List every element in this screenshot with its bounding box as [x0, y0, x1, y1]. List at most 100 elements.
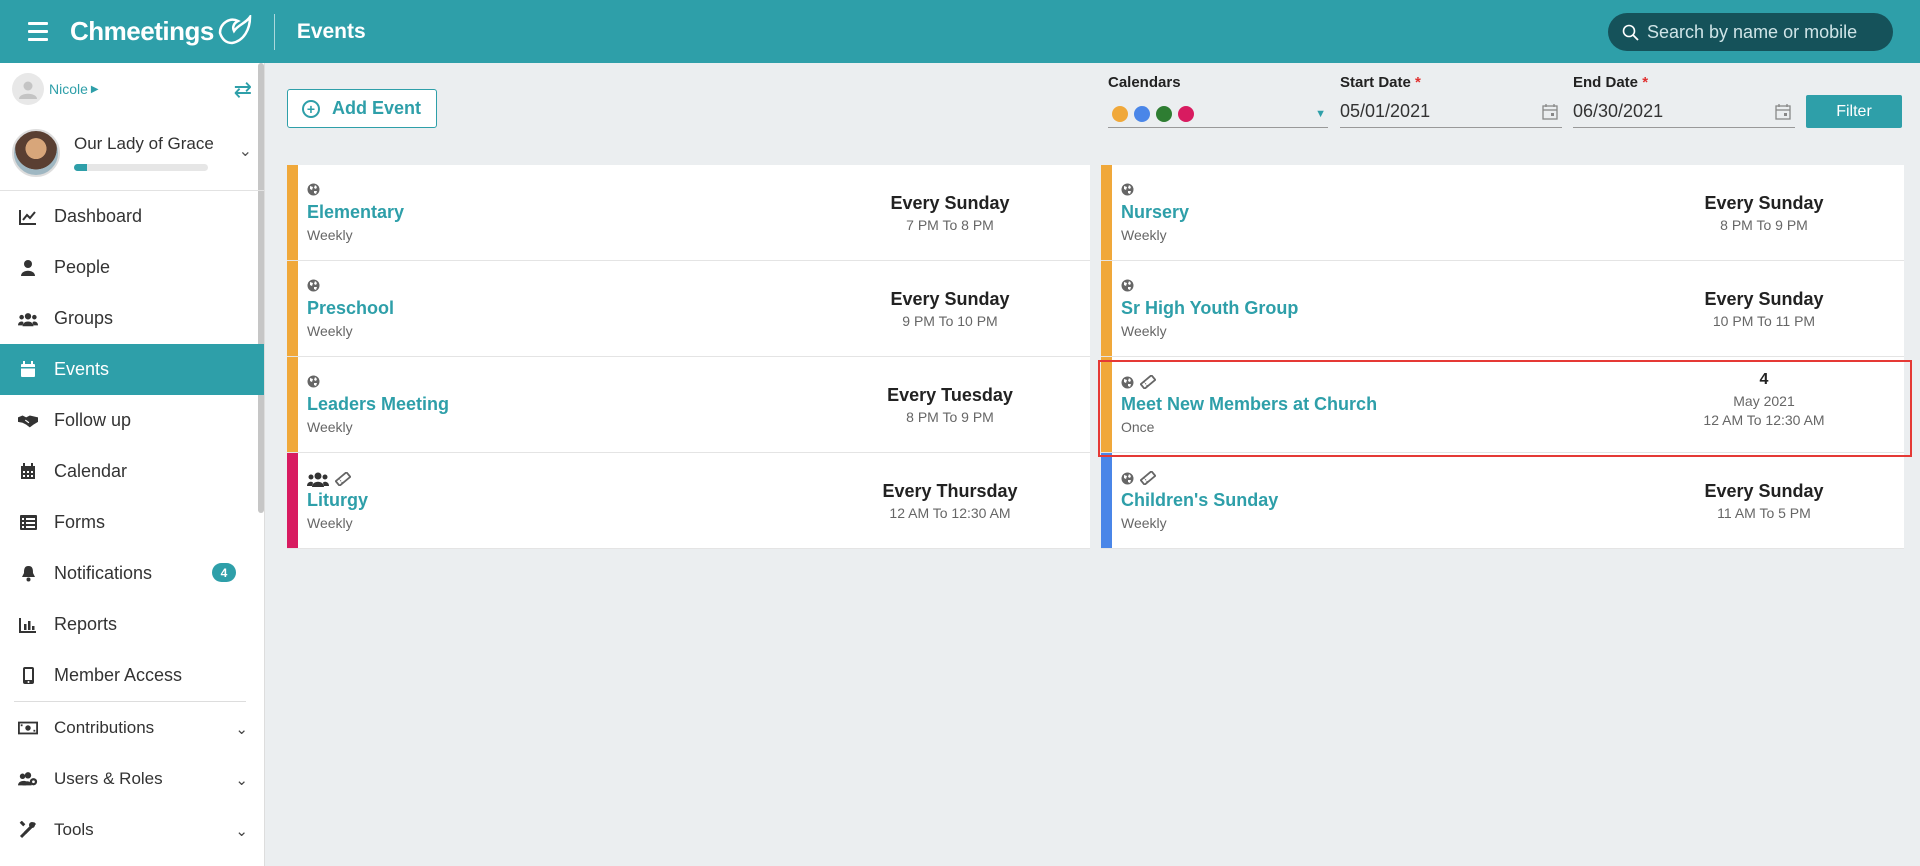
chevron-down-icon[interactable]: ⌄	[235, 771, 248, 789]
event-card[interactable]: Elementary Weekly Every Sunday 7 PM To 8 PM	[287, 165, 1090, 261]
event-time: 12 AM To 12:30 AM	[889, 505, 1011, 521]
logo-text: Chmeetings	[70, 16, 214, 46]
event-title-link[interactable]: Leaders Meeting	[307, 394, 449, 415]
event-title-link[interactable]: Preschool	[307, 298, 394, 319]
event-day: 4	[1759, 371, 1769, 388]
start-date-input[interactable]	[1340, 101, 1530, 122]
add-event-label: Add Event	[332, 98, 422, 118]
event-title-link[interactable]: Liturgy	[307, 490, 368, 511]
sidebar-item-events[interactable]: Events	[0, 344, 264, 395]
sidebar-item-member-access[interactable]: Member Access	[0, 650, 264, 701]
event-icons	[307, 375, 320, 393]
calendar-icon	[18, 361, 38, 378]
event-recurrence: Every Sunday	[890, 289, 1010, 309]
search-icon	[1622, 24, 1639, 41]
sidebar-item-notifications[interactable]: Notifications 4	[0, 548, 264, 599]
chevron-down-icon[interactable]: ⌄	[235, 822, 248, 840]
user-name-link[interactable]: Nicole	[49, 81, 88, 97]
chevron-down-icon[interactable]: ⌄	[235, 720, 248, 738]
event-month: May 2021	[1733, 393, 1795, 409]
end-date-field[interactable]	[1573, 96, 1795, 128]
sidebar-item-label: Member Access	[54, 665, 183, 685]
org-progress-bar	[74, 164, 208, 171]
sidebar-item-groups[interactable]: Groups	[0, 293, 264, 344]
globe-icon	[1121, 472, 1134, 490]
chevron-down-icon[interactable]: ⌄	[239, 141, 252, 161]
sidebar-item-calendar[interactable]: Calendar	[0, 446, 264, 497]
calendars-select[interactable]: ▼	[1108, 100, 1328, 128]
calendar-picker-icon[interactable]	[1775, 103, 1791, 120]
app-logo[interactable]: Chmeetings	[70, 14, 252, 49]
event-schedule: Every Sunday 7 PM To 8 PM	[850, 193, 1050, 233]
sidebar-item-contributions[interactable]: Contributions ⌄	[0, 702, 264, 753]
top-bar: Chmeetings Events	[0, 0, 1920, 63]
event-time: 8 PM To 9 PM	[1720, 217, 1808, 233]
user-placeholder-icon	[19, 81, 37, 99]
event-title-link[interactable]: Elementary	[307, 202, 404, 223]
organization-row[interactable]: Our Lady of Grace ⌄	[0, 115, 264, 191]
event-recurrence: Every Sunday	[1704, 481, 1824, 501]
event-frequency: Weekly	[307, 515, 353, 531]
calendar-color-dot	[1156, 105, 1172, 122]
sidebar-item-label: Reports	[54, 614, 118, 634]
end-date-input[interactable]	[1573, 101, 1763, 122]
sidebar-item-label: Groups	[54, 308, 114, 328]
sidebar-item-label: Dashboard	[54, 206, 143, 226]
calendar-color-dot	[1178, 105, 1194, 122]
event-icons	[1121, 183, 1134, 201]
sidebar-item-reports[interactable]: Reports	[0, 599, 264, 650]
event-card[interactable]: Liturgy Weekly Every Thursday 12 AM To 12:3…	[287, 453, 1090, 549]
event-card[interactable]: Preschool Weekly Every Sunday 9 PM To 10 PM	[287, 261, 1090, 357]
event-card[interactable]: Children's Sunday Weekly Every Sunday 11 AM…	[1101, 453, 1904, 549]
org-name: Our Lady of Grace	[74, 134, 214, 153]
caret-right-icon: ▶	[90, 83, 99, 95]
event-time: 9 PM To 10 PM	[902, 313, 998, 329]
start-date-field[interactable]	[1340, 96, 1562, 128]
sidebar-item-label: Forms	[54, 512, 105, 532]
sidebar-item-follow-up[interactable]: Follow up	[0, 395, 264, 446]
globe-icon	[1121, 376, 1134, 394]
sidebar-item-people[interactable]: People	[0, 242, 264, 293]
event-time: 11 AM To 5 PM	[1717, 505, 1811, 521]
sidebar-item-forms[interactable]: Forms	[0, 497, 264, 548]
events-column-left: Elementary Weekly Every Sunday 7 PM To 8 PM…	[287, 165, 1090, 549]
globe-icon	[307, 279, 320, 297]
filter-button[interactable]: Filter	[1806, 95, 1902, 128]
event-frequency: Weekly	[307, 227, 353, 243]
user-avatar[interactable]	[12, 73, 44, 105]
sidebar-item-tools[interactable]: Tools ⌄	[0, 804, 264, 855]
users-icon	[18, 311, 38, 327]
money-icon	[18, 721, 38, 735]
event-recurrence: Every Tuesday	[887, 385, 1013, 405]
end-date-label: End Date *	[1573, 74, 1649, 91]
sidebar-item-users-roles[interactable]: Users & Roles ⌄	[0, 753, 264, 804]
org-progress-fill	[74, 164, 88, 171]
caret-down-icon: ▼	[1315, 108, 1326, 120]
event-title-link[interactable]: Nursery	[1121, 202, 1189, 223]
event-card[interactable]: Leaders Meeting Weekly Every Tuesday 8 PM T…	[287, 357, 1090, 453]
event-recurrence: Every Sunday	[890, 193, 1010, 213]
event-frequency: Weekly	[307, 323, 353, 339]
event-title-link[interactable]: Children's Sunday	[1121, 490, 1278, 511]
global-search[interactable]	[1608, 13, 1893, 51]
header-divider	[273, 13, 275, 50]
event-title-link[interactable]: Sr High Youth Group	[1121, 298, 1298, 319]
event-time: 8 PM To 9 PM	[906, 409, 994, 425]
calendar-picker-icon[interactable]	[1542, 103, 1558, 120]
event-title-link[interactable]: Meet New Members at Church	[1121, 394, 1377, 415]
switch-account-icon[interactable]: ⇄	[234, 77, 252, 103]
event-recurrence: Every Sunday	[1704, 193, 1824, 213]
plus-circle-icon: +	[302, 99, 320, 118]
menu-icon[interactable]	[28, 18, 56, 46]
person-icon	[18, 259, 38, 276]
sidebar-item-dashboard[interactable]: Dashboard	[0, 191, 264, 242]
sidebar-item-label: Events	[54, 359, 110, 379]
dove-icon	[218, 14, 252, 44]
event-card[interactable]: Meet New Members at Church Once 4 May 2021 1…	[1101, 357, 1904, 453]
sidebar-item-label: Users & Roles	[54, 768, 163, 788]
event-card[interactable]: Nursery Weekly Every Sunday 8 PM To 9 PM	[1101, 165, 1904, 261]
search-input[interactable]	[1647, 21, 1877, 43]
event-icons	[1121, 469, 1157, 490]
event-card[interactable]: Sr High Youth Group Weekly Every Sunday 10 …	[1101, 261, 1904, 357]
add-event-button[interactable]: + Add Event	[287, 89, 437, 128]
